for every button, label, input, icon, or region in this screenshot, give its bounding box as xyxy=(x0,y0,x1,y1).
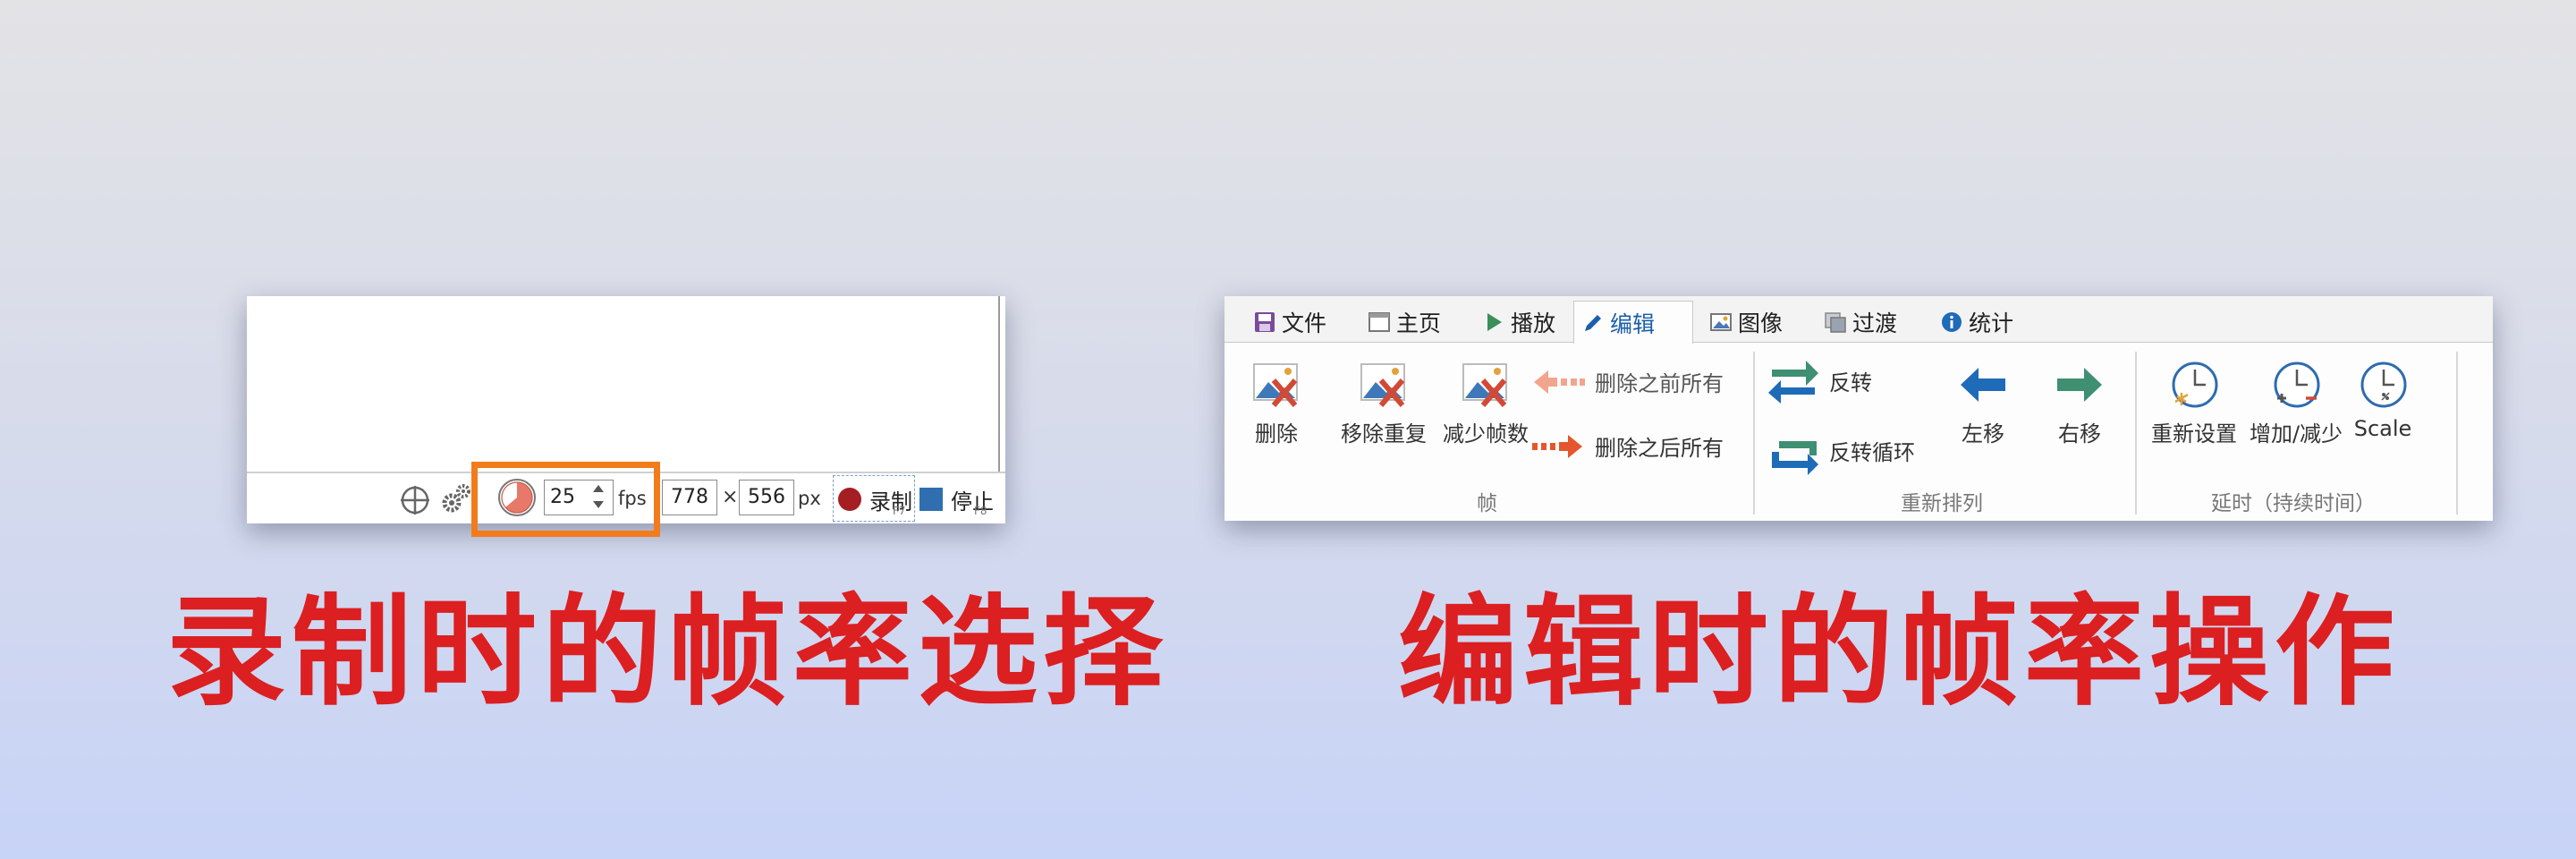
editor-ribbon: 文件 主页 播放 编辑 图像 过渡 统计 删除 移除重复 减少帧数 删除之前所有… xyxy=(1224,296,2493,521)
clock-plus-minus-icon xyxy=(2274,361,2320,408)
transition-icon xyxy=(1825,312,1846,333)
remove-duplicates-button[interactable]: 移除重复 xyxy=(1330,359,1437,447)
tab-playback[interactable]: 播放 xyxy=(1475,302,1563,343)
move-right-button[interactable]: 右移 xyxy=(2044,359,2115,447)
stop-shortcut: F8 xyxy=(974,505,987,517)
delete-before-button[interactable]: 删除之前所有 xyxy=(1530,366,1724,397)
group-separator xyxy=(2456,352,2458,515)
ribbon-tabbar: 文件 主页 播放 编辑 图像 过渡 统计 xyxy=(1224,296,2493,344)
record-shortcut: F7 xyxy=(893,505,906,517)
button-label: 右移 xyxy=(2058,421,2101,447)
frame-rate-spinner[interactable] xyxy=(590,481,608,514)
spin-down-icon[interactable] xyxy=(593,501,604,508)
arrow-right-dashed-icon xyxy=(1532,434,1582,458)
save-icon xyxy=(1255,312,1275,332)
scale-delay-button[interactable]: Scale xyxy=(2346,359,2419,441)
height-input[interactable]: 556 xyxy=(739,480,794,515)
button-label: 反转循环 xyxy=(1829,439,1915,465)
crosshair-icon[interactable] xyxy=(400,485,430,515)
frame-rate-clock-icon[interactable] xyxy=(496,477,538,518)
fps-unit-label: fps xyxy=(618,488,647,509)
button-label: 移除重复 xyxy=(1341,421,1427,447)
yoyo-button[interactable]: 反转循环 xyxy=(1767,425,1915,475)
stop-label[interactable]: 停止 xyxy=(951,484,994,515)
group-label-frames: 帧 xyxy=(1477,492,1497,515)
reverse-button[interactable]: 反转 xyxy=(1767,355,1872,405)
delete-frame-icon xyxy=(1253,363,1298,407)
reduce-frames-button[interactable]: 减少帧数 xyxy=(1432,359,1539,447)
px-unit-label: px xyxy=(798,488,821,509)
move-left-button[interactable]: 左移 xyxy=(1947,359,2019,447)
arrow-left-dashed-icon xyxy=(1534,370,1585,394)
caption-editing-fps: 编辑时的帧率操作 xyxy=(1398,583,2401,722)
button-label: 增加/减少 xyxy=(2249,421,2343,447)
tab-label: 播放 xyxy=(1511,310,1556,336)
button-label: 左移 xyxy=(1962,421,2004,447)
tab-label: 文件 xyxy=(1282,310,1327,336)
group-label-delay: 延时（持续时间） xyxy=(2211,492,2376,515)
image-icon xyxy=(1710,313,1732,331)
tab-home[interactable]: 主页 xyxy=(1360,302,1448,343)
group-separator xyxy=(1753,352,1755,515)
delete-after-button[interactable]: 删除之后所有 xyxy=(1530,430,1724,462)
arrow-right-icon xyxy=(2057,368,2102,402)
tab-transitions[interactable]: 过渡 xyxy=(1817,302,1904,343)
button-label: 减少帧数 xyxy=(1443,421,1529,447)
gears-icon[interactable] xyxy=(441,483,471,514)
clock-override-icon xyxy=(2172,361,2218,408)
override-delay-button[interactable]: 重新设置 xyxy=(2142,359,2246,447)
stop-icon[interactable] xyxy=(919,488,943,511)
button-label: 删除之前所有 xyxy=(1595,371,1724,396)
spin-up-icon[interactable] xyxy=(593,485,604,492)
reduce-frames-icon xyxy=(1462,363,1507,407)
caption-recording-fps: 录制时的帧率选择 xyxy=(166,583,1169,722)
remove-duplicates-icon xyxy=(1360,363,1405,407)
tab-label: 统计 xyxy=(1969,310,2014,336)
tab-label: 过渡 xyxy=(1852,310,1898,336)
button-label: 删除 xyxy=(1255,421,1298,447)
info-icon xyxy=(1942,312,1962,332)
tab-edit[interactable]: 编辑 xyxy=(1573,301,1693,344)
tab-label: 主页 xyxy=(1396,310,1442,336)
tab-label: 编辑 xyxy=(1610,310,1656,337)
recording-area xyxy=(247,296,1000,473)
record-icon[interactable] xyxy=(838,488,861,511)
tab-file[interactable]: 文件 xyxy=(1246,302,1334,343)
group-label-reorder: 重新排列 xyxy=(1901,492,1983,515)
group-separator xyxy=(2135,352,2137,515)
window-icon xyxy=(1368,312,1390,332)
button-label: 重新设置 xyxy=(2151,421,2237,447)
width-input[interactable]: 778 xyxy=(662,480,717,515)
increase-decrease-delay-button[interactable]: 增加/减少 xyxy=(2244,359,2348,447)
yoyo-icon xyxy=(1772,441,1818,475)
record-label[interactable]: 录制 xyxy=(869,484,912,515)
play-icon xyxy=(1487,313,1502,331)
arrow-left-icon xyxy=(1961,368,2005,402)
clock-scale-icon xyxy=(2360,361,2407,408)
tab-image[interactable]: 图像 xyxy=(1702,302,1790,343)
button-label: 反转 xyxy=(1829,370,1872,395)
tab-statistics[interactable]: 统计 xyxy=(1933,302,2021,343)
tab-label: 图像 xyxy=(1738,310,1784,336)
button-label: Scale xyxy=(2353,416,2412,441)
button-label: 删除之后所有 xyxy=(1595,436,1724,461)
reverse-icon xyxy=(1768,361,1818,404)
times-sign: × xyxy=(722,486,739,508)
pencil-icon xyxy=(1585,314,1601,331)
delete-frame-button[interactable]: 删除 xyxy=(1241,359,1312,447)
